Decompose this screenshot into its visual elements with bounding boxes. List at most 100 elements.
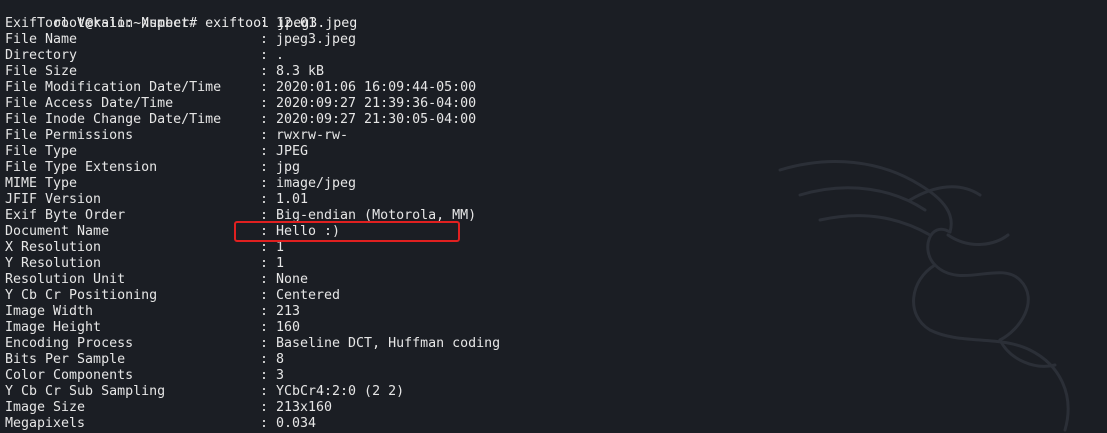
metadata-value: JPEG <box>276 144 309 159</box>
metadata-separator: : <box>260 384 269 399</box>
metadata-key: File Name <box>5 32 78 47</box>
metadata-separator: : <box>260 272 269 287</box>
metadata-key: File Permissions <box>5 128 134 143</box>
metadata-separator: : <box>260 192 269 207</box>
metadata-value: 1 <box>276 256 285 271</box>
metadata-value: jpeg3.jpeg <box>276 32 357 47</box>
metadata-separator: : <box>260 96 269 111</box>
metadata-separator: : <box>260 32 269 47</box>
metadata-value: 2020:01:06 16:09:44-05:00 <box>276 80 477 95</box>
metadata-value: . <box>276 48 285 63</box>
metadata-separator: : <box>260 112 269 127</box>
metadata-key: Color Components <box>5 368 134 383</box>
metadata-row: Y Cb Cr Positioning: Centered <box>5 288 357 304</box>
metadata-row: File Type: JPEG <box>5 144 357 160</box>
metadata-key: Exif Byte Order <box>5 208 126 223</box>
kali-dragon-icon <box>778 160 1070 432</box>
metadata-row: MIME Type: image/jpeg <box>5 176 357 192</box>
metadata-value: None <box>276 272 309 287</box>
metadata-value: 213 <box>276 304 301 319</box>
terminal-output: root@kali:~/spect# exiftool jpeg3.jpeg E… <box>5 0 500 432</box>
metadata-separator: : <box>260 176 269 191</box>
metadata-key: Image Height <box>5 320 102 335</box>
metadata-separator: : <box>260 128 269 143</box>
metadata-separator: : <box>260 320 269 335</box>
metadata-key: Y Cb Cr Positioning <box>5 288 158 303</box>
metadata-row: JFIF Version:1.01 <box>5 192 357 208</box>
metadata-key: X Resolution <box>5 240 102 255</box>
metadata-value: Baseline DCT, Huffman coding <box>276 336 501 351</box>
metadata-value: 1.01 <box>276 192 309 207</box>
metadata-row: Image Size:213x160 <box>5 400 357 416</box>
metadata-value: 213x160 <box>276 400 333 415</box>
metadata-key: File Inode Change Date/Time <box>5 112 222 127</box>
metadata-row: Image Width:213 <box>5 304 357 320</box>
metadata-row: File Type Extension: jpg <box>5 160 357 176</box>
highlight-box-document-name <box>234 221 460 242</box>
metadata-value: image/jpeg <box>276 176 357 191</box>
metadata-separator: : <box>260 240 269 255</box>
metadata-key: File Size <box>5 64 78 79</box>
metadata-separator: : <box>260 416 269 431</box>
metadata-key: Encoding Process <box>5 336 134 351</box>
metadata-key: MIME Type <box>5 176 78 191</box>
metadata-row: Encoding Process: Baseline DCT, Huffman c… <box>5 336 500 352</box>
metadata-value: 3 <box>276 368 285 383</box>
metadata-row: ExifTool Version Number:12.01 <box>5 16 357 32</box>
metadata-separator: : <box>260 256 269 271</box>
metadata-row: X Resolution:1 <box>5 240 357 256</box>
metadata-value: 1 <box>276 240 285 255</box>
metadata-row: Y Resolution:1 <box>5 256 357 272</box>
metadata-separator: : <box>260 400 269 415</box>
metadata-row: Y Cb Cr Sub Sampling: YCbCr4:2:0 (2 2) <box>5 384 404 400</box>
metadata-value: YCbCr4:2:0 (2 2) <box>276 384 405 399</box>
metadata-separator: : <box>260 288 269 303</box>
metadata-key: Y Cb Cr Sub Sampling <box>5 384 166 399</box>
metadata-key: Resolution Unit <box>5 272 126 287</box>
metadata-key: File Modification Date/Time <box>5 80 222 95</box>
metadata-row: Image Height:160 <box>5 320 357 336</box>
metadata-row: Directory:. <box>5 48 357 64</box>
metadata-key: Bits Per Sample <box>5 352 126 367</box>
metadata-row: File Size:8.3 kB <box>5 64 357 80</box>
metadata-separator: : <box>260 144 269 159</box>
metadata-key: File Access Date/Time <box>5 96 174 111</box>
metadata-row: File Modification Date/Time:2020:01:06 1… <box>5 80 476 96</box>
metadata-value: rwxrw-rw- <box>276 128 349 143</box>
metadata-key: File Type <box>5 144 78 159</box>
metadata-separator: : <box>260 160 269 175</box>
metadata-row: Bits Per Sample:8 <box>5 352 357 368</box>
metadata-separator: : <box>260 336 269 351</box>
metadata-separator: : <box>260 16 269 31</box>
metadata-value: 0.034 <box>276 416 317 431</box>
metadata-key: ExifTool Version Number <box>5 16 190 31</box>
metadata-value: 2020:09:27 21:30:05-04:00 <box>276 112 477 127</box>
metadata-key: JFIF Version <box>5 192 102 207</box>
metadata-key: Directory <box>5 48 78 63</box>
metadata-value: 8 <box>276 352 285 367</box>
metadata-row: Resolution Unit: None <box>5 272 357 288</box>
metadata-separator: : <box>260 80 269 95</box>
metadata-separator: : <box>260 64 269 79</box>
metadata-row: Megapixels:0.034 <box>5 416 357 432</box>
metadata-row: Color Components:3 <box>5 368 357 384</box>
metadata-value: 160 <box>276 320 301 335</box>
metadata-key: Document Name <box>5 224 110 239</box>
command-prompt: root@kali:~/spect# exiftool jpeg3.jpeg <box>5 0 357 31</box>
metadata-key: Image Size <box>5 400 86 415</box>
metadata-key: Y Resolution <box>5 256 102 271</box>
metadata-separator: : <box>260 352 269 367</box>
metadata-value: jpg <box>276 160 301 175</box>
metadata-key: Image Width <box>5 304 94 319</box>
metadata-separator: : <box>260 48 269 63</box>
metadata-value: 12.01 <box>276 16 317 31</box>
metadata-value: 8.3 kB <box>276 64 325 79</box>
metadata-row: File Inode Change Date/Time:2020:09:27 2… <box>5 112 476 128</box>
terminal-window[interactable]: root@kali:~/spect# exiftool jpeg3.jpeg E… <box>0 0 1107 433</box>
metadata-row: File Name: jpeg3.jpeg <box>5 32 357 48</box>
metadata-key: File Type Extension <box>5 160 158 175</box>
metadata-separator: : <box>260 304 269 319</box>
metadata-key: Megapixels <box>5 416 86 431</box>
metadata-value: Centered <box>276 288 341 303</box>
metadata-row: File Permissions: rwxrw-rw- <box>5 128 357 144</box>
